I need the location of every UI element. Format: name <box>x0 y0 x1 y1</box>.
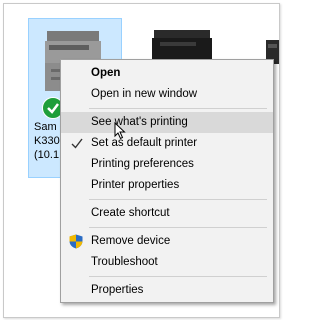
menu-item-label: Printing preferences <box>91 158 194 170</box>
context-menu: Open Open in new window See what's print… <box>60 59 274 303</box>
menu-separator <box>89 276 267 277</box>
menu-item-printing-preferences[interactable]: Printing preferences <box>61 154 273 175</box>
menu-item-label: Open <box>91 67 121 79</box>
menu-item-see-whats-printing[interactable]: See what's printing <box>61 112 273 133</box>
menu-separator <box>89 108 267 109</box>
menu-item-label: Remove device <box>91 235 171 247</box>
menu-item-label: Set as default printer <box>91 137 198 149</box>
menu-item-label: Open in new window <box>91 88 198 100</box>
printer-name-line3: (10.1 <box>34 149 60 161</box>
menu-item-troubleshoot[interactable]: Troubleshoot <box>61 252 273 273</box>
menu-item-label: Printer properties <box>91 179 180 191</box>
menu-item-open[interactable]: Open <box>61 63 273 84</box>
menu-item-remove-device[interactable]: Remove device <box>61 231 273 252</box>
menu-item-printer-properties[interactable]: Printer properties <box>61 175 273 196</box>
menu-separator <box>89 199 267 200</box>
menu-separator <box>89 227 267 228</box>
devices-window: Sam K330 (10.1 Open Open in new window S… <box>3 3 280 318</box>
uac-shield-icon <box>69 234 83 249</box>
menu-item-label: See what's printing <box>91 116 188 128</box>
menu-item-label: Create shortcut <box>91 207 170 219</box>
green-check-icon <box>47 103 59 114</box>
printer-name-line1: Sam <box>34 121 57 133</box>
menu-item-open-new-window[interactable]: Open in new window <box>61 84 273 105</box>
menu-item-label: Properties <box>91 284 144 296</box>
menu-item-set-default-printer[interactable]: Set as default printer <box>61 133 273 154</box>
checkmark-icon <box>71 138 83 149</box>
printer-name-line2: K330 <box>34 135 60 147</box>
menu-item-create-shortcut[interactable]: Create shortcut <box>61 203 273 224</box>
menu-item-label: Troubleshoot <box>91 256 158 268</box>
menu-item-properties[interactable]: Properties <box>61 280 273 301</box>
mouse-cursor-icon <box>114 122 126 140</box>
